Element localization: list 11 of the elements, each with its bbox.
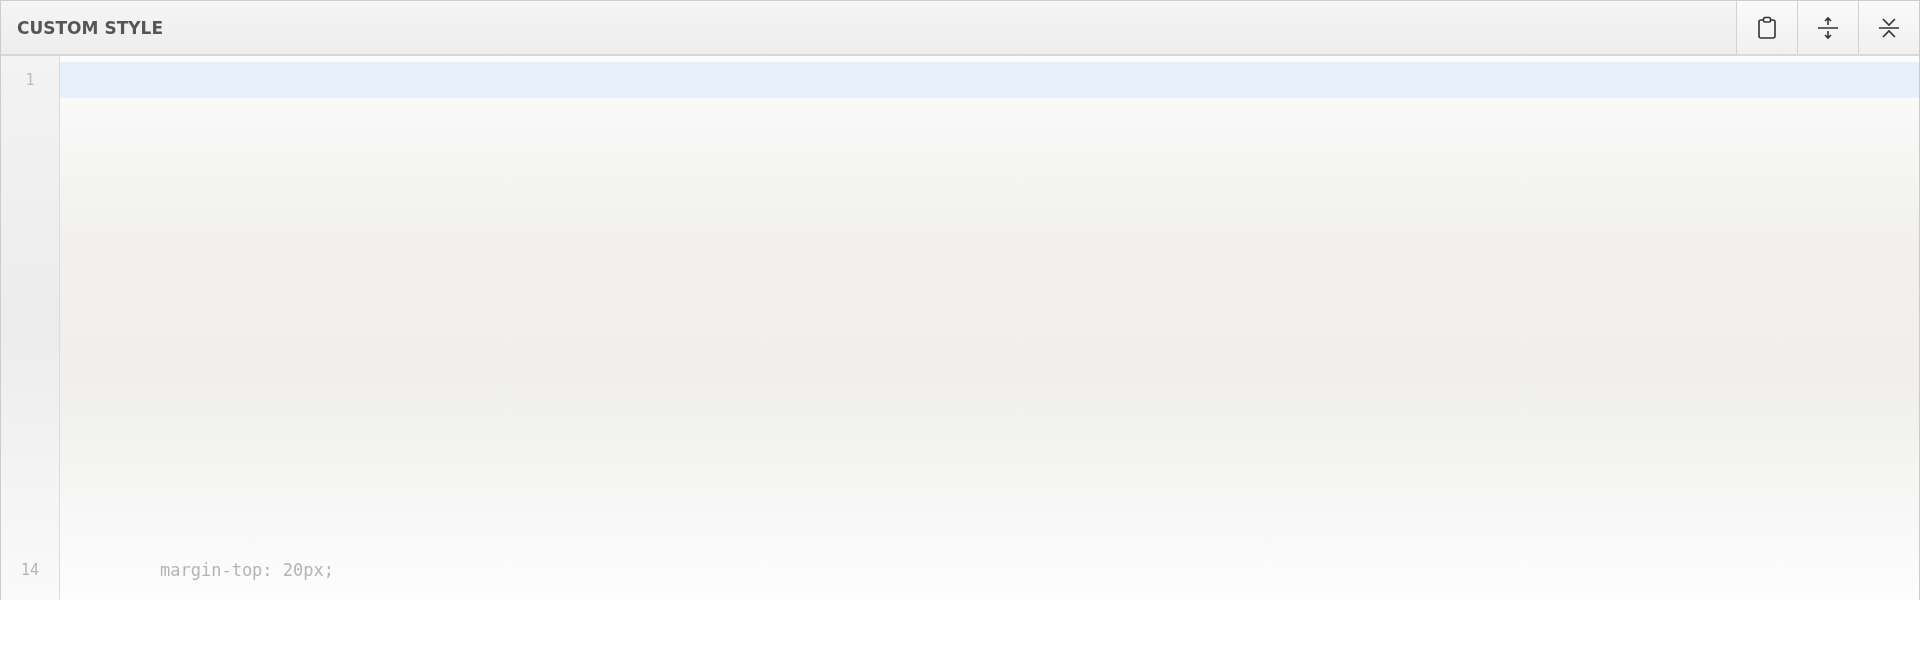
- panel-title: CUSTOM STYLE: [16, 17, 164, 38]
- clipboard-icon: [1757, 15, 1777, 40]
- line-number: 14: [20, 561, 40, 579]
- collapse-button[interactable]: [1858, 1, 1919, 54]
- code-editor[interactable]: 1 14 margin-top: 20px;: [1, 56, 1919, 600]
- collapse-icon: [1878, 15, 1900, 40]
- expand-icon: [1817, 15, 1839, 40]
- clipboard-button[interactable]: [1736, 1, 1797, 54]
- code-line: margin-top: 20px;: [159, 560, 334, 580]
- expand-button[interactable]: [1797, 1, 1858, 54]
- line-number: 1: [25, 71, 35, 89]
